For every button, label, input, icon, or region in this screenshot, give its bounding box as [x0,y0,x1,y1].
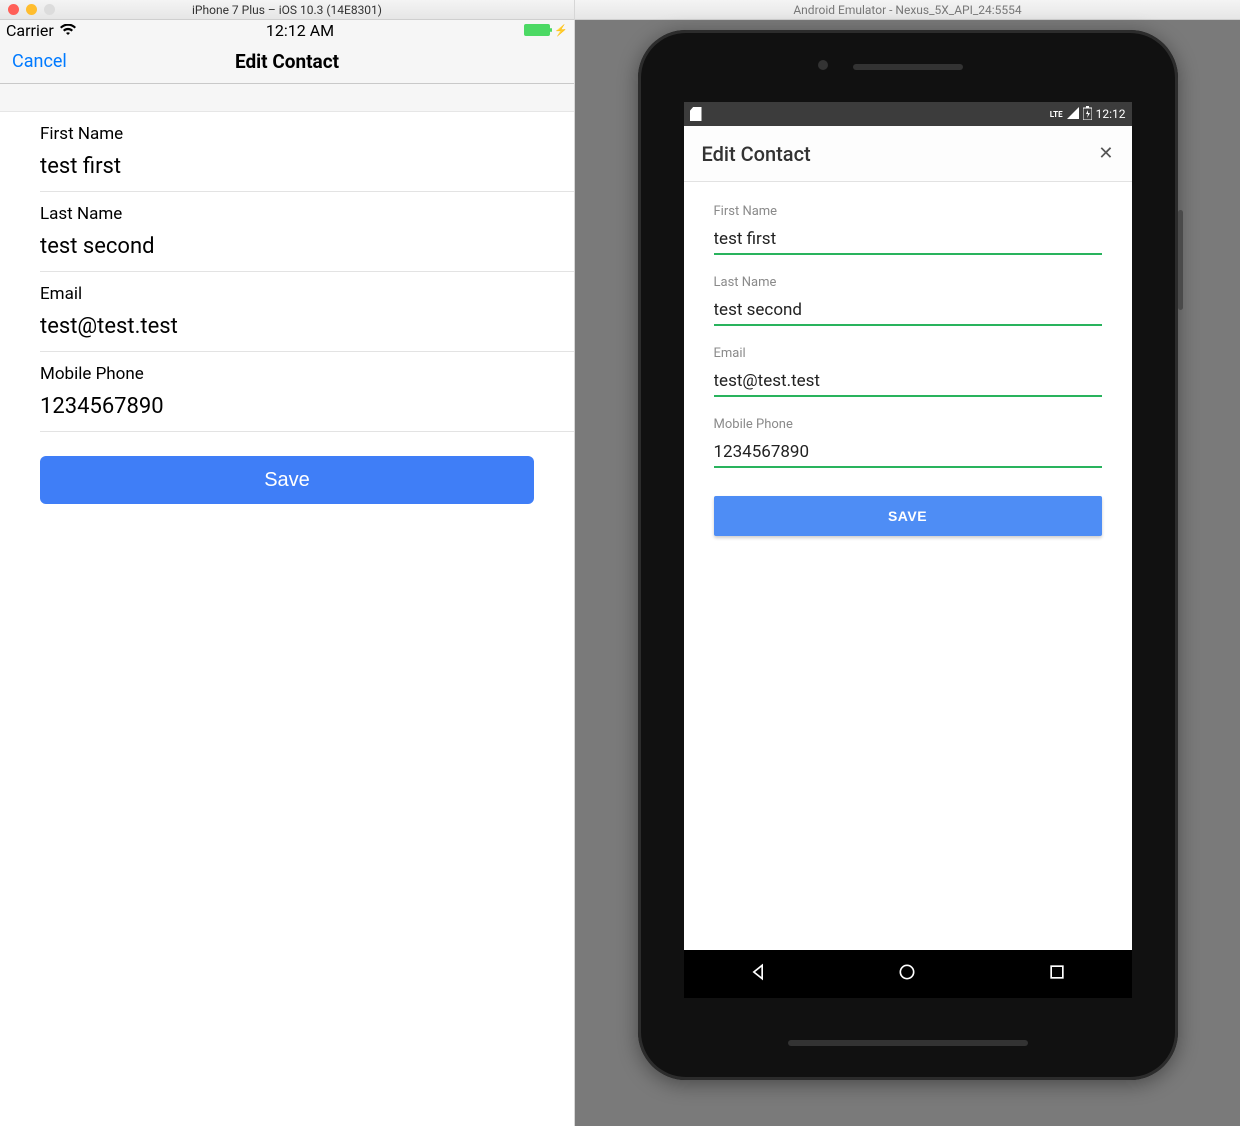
lte-label: LTE [1050,110,1063,119]
last-name-input[interactable] [714,296,1102,326]
page-title: Edit Contact [0,50,574,73]
battery-icon [524,24,550,36]
last-name-label: Last Name [40,204,554,234]
first-name-input[interactable] [40,154,554,179]
power-button-icon [1178,210,1183,310]
first-name-input[interactable] [714,225,1102,255]
phone-bottom-speaker-icon [788,1040,1028,1046]
android-time: 12:12 [1096,107,1126,121]
ios-section-gap [0,84,574,112]
wifi-icon [60,21,76,40]
recents-icon[interactable] [1047,962,1067,986]
android-status-bar: LTE 12:12 [684,102,1132,126]
phone-label: Mobile Phone [714,417,1102,432]
save-button[interactable]: SAVE [714,496,1102,536]
battery-charging-icon [1083,106,1092,123]
ios-simulator-window: iPhone 7 Plus – iOS 10.3 (14E8301) Carri… [0,0,575,1126]
mac-close-icon[interactable] [8,4,19,15]
mac-minimize-icon[interactable] [26,4,37,15]
ios-carrier-label: Carrier [6,21,54,40]
phone-row: Mobile Phone [40,352,574,432]
ios-window-title: iPhone 7 Plus – iOS 10.3 (14E8301) [0,3,574,17]
email-label: Email [40,284,554,314]
charging-icon: ⚡ [554,24,568,37]
email-row: Email [40,272,574,352]
first-name-label: First Name [40,124,554,154]
last-name-row: Last Name [40,192,574,272]
android-screen: LTE 12:12 Edit Contact ✕ First Name [684,102,1132,998]
page-title: Edit Contact [702,142,811,166]
first-name-row: First Name [714,204,1102,255]
email-input[interactable] [40,314,554,339]
phone-frame: LTE 12:12 Edit Contact ✕ First Name [638,30,1178,1080]
android-app-bar: Edit Contact ✕ [684,126,1132,182]
android-emulator-window: Android Emulator - Nexus_5X_API_24:5554 … [575,0,1240,1126]
ios-nav-bar: Cancel Edit Contact [0,40,574,84]
last-name-label: Last Name [714,275,1102,290]
android-form: First Name Last Name Email Mobile Phone … [684,182,1132,950]
phone-speaker-icon [853,64,963,70]
android-nav-bar [684,950,1132,998]
ios-form: First Name Last Name Email Mobile Phone … [0,84,574,1126]
phone-input[interactable] [714,438,1102,468]
last-name-row: Last Name [714,275,1102,326]
ios-time: 12:12 AM [266,21,334,40]
save-button[interactable]: Save [40,456,534,504]
mac-titlebar: iPhone 7 Plus – iOS 10.3 (14E8301) [0,0,574,20]
sim-icon [690,107,702,121]
last-name-input[interactable] [40,234,554,259]
phone-camera-icon [818,60,828,70]
back-icon[interactable] [748,962,768,986]
email-input[interactable] [714,367,1102,397]
phone-row: Mobile Phone [714,417,1102,468]
first-name-label: First Name [714,204,1102,219]
phone-input[interactable] [40,394,554,419]
signal-icon [1067,107,1079,122]
home-icon[interactable] [897,962,917,986]
email-label: Email [714,346,1102,361]
ios-status-bar: Carrier 12:12 AM ⚡ [0,20,574,40]
android-window-title: Android Emulator - Nexus_5X_API_24:5554 [575,0,1240,20]
mac-zoom-icon[interactable] [44,4,55,15]
phone-label: Mobile Phone [40,364,554,394]
first-name-row: First Name [40,112,574,192]
close-button[interactable]: ✕ [1098,145,1113,163]
email-row: Email [714,346,1102,397]
